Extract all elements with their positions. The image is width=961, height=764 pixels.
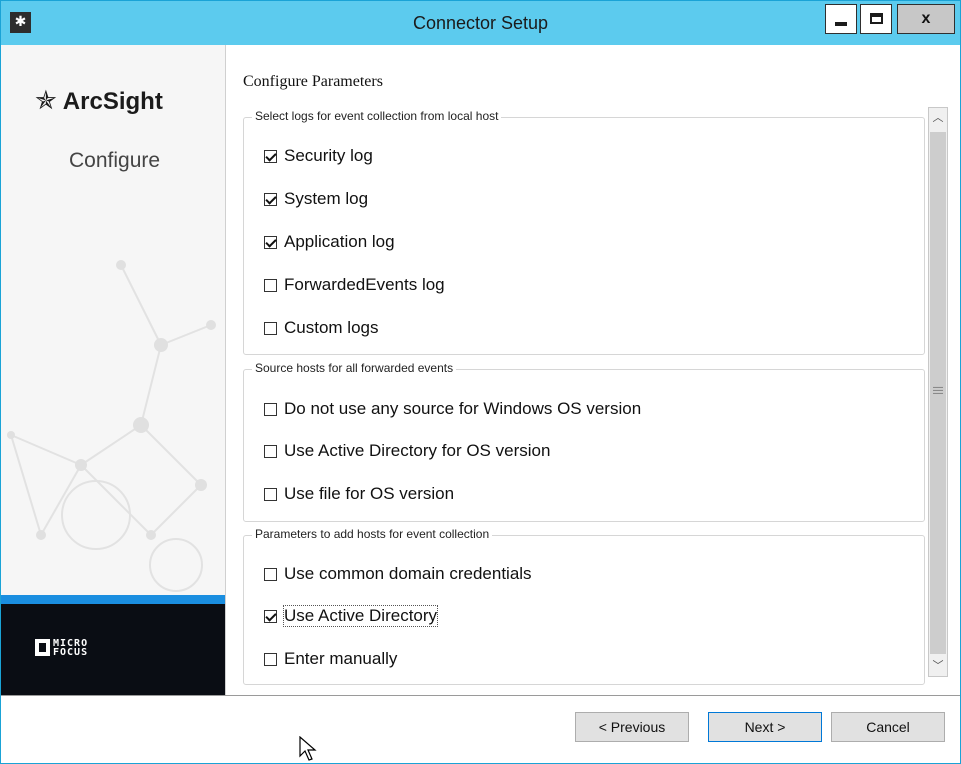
checkbox-unchecked-icon[interactable]: [264, 487, 277, 501]
checkbox-unchecked-icon[interactable]: [264, 321, 277, 335]
grip-icon: — — —: [933, 382, 943, 399]
checkbox-unchecked-icon[interactable]: [264, 444, 277, 458]
checkbox-unchecked-icon[interactable]: [264, 652, 277, 666]
checkbox-use-active-directory[interactable]: Use Active Directory: [264, 605, 439, 627]
window-title: Connector Setup: [412, 13, 549, 33]
checkbox-system-log[interactable]: System log: [264, 188, 368, 210]
connector-setup-window: ✱ Connector Setup x ✯ArcSight Configure: [0, 0, 961, 764]
checkbox-label: Use file for OS version: [284, 484, 455, 503]
checkbox-enter-manually[interactable]: Enter manually: [264, 648, 397, 670]
checkbox-common-domain-credentials[interactable]: Use common domain credentials: [264, 563, 532, 585]
micro-focus-box-icon: [35, 639, 50, 656]
checkbox-checked-icon[interactable]: [264, 149, 277, 163]
checkbox-security-log[interactable]: Security log: [264, 145, 373, 167]
mouse-cursor-icon: [299, 736, 317, 761]
network-graphic: [7, 260, 216, 592]
group-legend: Parameters to add hosts for event collec…: [252, 527, 493, 541]
checkbox-unchecked-icon[interactable]: [264, 402, 277, 416]
accent-band: [1, 595, 225, 604]
left-panel: ✯ ArcSight Configure MICRO FOCUS: [1, 45, 226, 695]
maximize-icon: [870, 13, 883, 24]
current-step-label: Configure: [69, 149, 161, 172]
button-bar: < Previous Next > Cancel: [1, 695, 960, 763]
group-legend: Source hosts for all forwarded events: [252, 361, 457, 375]
checkbox-label: Application log: [284, 232, 395, 251]
close-icon: x: [921, 10, 931, 27]
checkbox-label: Custom logs: [284, 318, 379, 337]
group-source-hosts: Source hosts for all forwarded events Do…: [243, 361, 925, 522]
arcsight-star-icon: ✯: [35, 85, 57, 115]
cancel-button[interactable]: Cancel: [831, 712, 945, 742]
main-content: Configure Parameters Select logs for eve…: [226, 45, 960, 695]
checkbox-ad-os-version[interactable]: Use Active Directory for OS version: [264, 440, 550, 462]
checkbox-label: Use Active Directory: [282, 605, 439, 627]
checkbox-checked-icon[interactable]: [264, 235, 277, 249]
checkbox-label: Do not use any source for Windows OS ver…: [284, 399, 642, 418]
title-bar[interactable]: ✱ Connector Setup x: [1, 1, 960, 45]
close-button[interactable]: x: [897, 4, 955, 34]
minimize-icon: [835, 22, 847, 26]
checkbox-label: Enter manually: [284, 649, 398, 668]
checkbox-forwardedevents-log[interactable]: ForwardedEvents log: [264, 274, 445, 296]
checkbox-label: Security log: [284, 146, 373, 165]
scrollbar-thumb[interactable]: — — —: [930, 132, 946, 654]
group-local-logs: Select logs for event collection from lo…: [243, 109, 925, 355]
vendor-line-2: FOCUS: [53, 647, 89, 658]
checkbox-custom-logs[interactable]: Custom logs: [264, 317, 378, 339]
next-button[interactable]: Next >: [708, 712, 822, 742]
checkbox-label: ForwardedEvents log: [284, 275, 445, 294]
scroll-up-icon[interactable]: ︿: [929, 108, 947, 128]
checkbox-checked-icon[interactable]: [264, 192, 277, 206]
maximize-button[interactable]: [860, 4, 892, 34]
checkbox-label: Use common domain credentials: [284, 564, 532, 583]
checkbox-application-log[interactable]: Application log: [264, 231, 395, 253]
section-title: Configure Parameters: [243, 73, 383, 90]
checkbox-label: Use Active Directory for OS version: [284, 441, 551, 460]
vertical-scrollbar[interactable]: ︿ — — — ﹀: [928, 107, 948, 677]
group-add-hosts: Parameters to add hosts for event collec…: [243, 527, 925, 685]
checkbox-unchecked-icon[interactable]: [264, 278, 277, 292]
minimize-button[interactable]: [825, 4, 857, 34]
group-legend: Select logs for event collection from lo…: [252, 109, 502, 123]
micro-focus-logo: MICRO FOCUS: [35, 639, 88, 658]
arcsight-logo: ✯ ArcSight: [35, 85, 163, 116]
scroll-down-icon[interactable]: ﹀: [929, 656, 947, 676]
checkbox-label: System log: [284, 189, 369, 208]
checkbox-no-source-os-version[interactable]: Do not use any source for Windows OS ver…: [264, 398, 641, 420]
previous-button[interactable]: < Previous: [575, 712, 689, 742]
checkbox-unchecked-icon[interactable]: [264, 567, 277, 581]
checkbox-checked-icon[interactable]: [264, 609, 277, 623]
brand-name: ArcSight: [62, 88, 163, 115]
checkbox-file-os-version[interactable]: Use file for OS version: [264, 483, 454, 505]
